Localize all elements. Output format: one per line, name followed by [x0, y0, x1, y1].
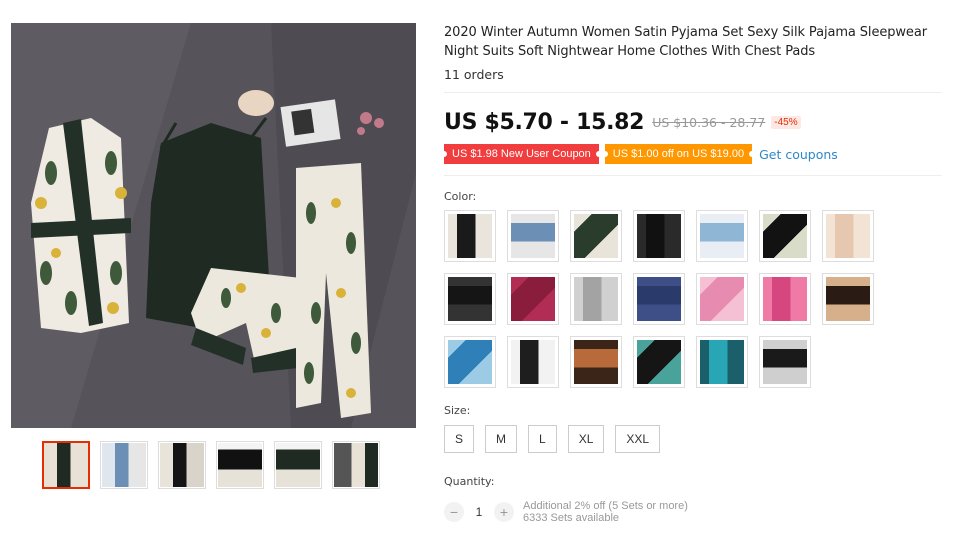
product-photo [11, 23, 416, 428]
size-option-s[interactable]: S [444, 425, 475, 453]
color-swatch-black-pattern[interactable] [759, 336, 811, 388]
quantity-increase-button[interactable]: + [494, 502, 514, 522]
swatch-image [826, 214, 870, 258]
swatch-image [763, 277, 807, 321]
color-swatch-wine-red-set[interactable] [507, 273, 559, 325]
swatch-image [574, 277, 618, 321]
color-swatch-green-floral-set[interactable] [570, 210, 622, 262]
color-swatch-blue-print[interactable] [444, 336, 496, 388]
color-swatch-grey-set[interactable] [570, 273, 622, 325]
thumbnail-2[interactable] [100, 441, 148, 489]
color-swatch-light-blue-set[interactable] [696, 210, 748, 262]
discount-badge: -45% [771, 115, 801, 129]
current-price: US $5.70 - 15.82 [444, 109, 645, 135]
original-price: US $10.36 - 28.77 [652, 114, 766, 130]
swatch-image [511, 277, 555, 321]
color-swatches [444, 210, 942, 388]
new-user-coupon[interactable]: US $1.98 New User Coupon [441, 144, 602, 164]
stock-available: 6333 Sets available [523, 512, 620, 524]
size-option-m[interactable]: M [485, 425, 518, 453]
bulk-discount-note: Additional 2% off (5 Sets or more) [523, 500, 688, 512]
quantity-info: Additional 2% off (5 Sets or more) 6333 … [523, 500, 688, 524]
quantity-stepper: − 1 + Additional 2% off (5 Sets or more)… [444, 500, 942, 524]
color-swatch-navy-set[interactable] [633, 273, 685, 325]
product-main-image[interactable] [11, 23, 416, 428]
swatch-image [700, 340, 744, 384]
swatch-image [448, 340, 492, 384]
product-title: 2020 Winter Autumn Women Satin Pyjama Se… [444, 25, 927, 59]
swatch-image [574, 214, 618, 258]
size-option-xl[interactable]: XL [567, 425, 605, 453]
store-coupon[interactable]: US $1.00 off on US $19.00 [601, 144, 756, 164]
thumbnail-4[interactable] [216, 441, 264, 489]
thumbnail-strip [42, 441, 380, 489]
color-swatch-black-robe-set[interactable] [444, 273, 496, 325]
color-swatch-black-cami-set[interactable] [633, 210, 685, 262]
color-swatch-daisy-black[interactable] [507, 336, 559, 388]
swatch-image [637, 340, 681, 384]
divider [444, 175, 942, 176]
color-swatch-black-floral-set[interactable] [444, 210, 496, 262]
swatch-image [637, 214, 681, 258]
swatch-image [700, 214, 744, 258]
color-swatch-black-white-set[interactable] [759, 210, 811, 262]
divider [444, 92, 942, 93]
thumbnail-3[interactable] [158, 441, 206, 489]
color-swatch-black-teal[interactable] [633, 336, 685, 388]
color-swatch-leopard-brown[interactable] [570, 336, 622, 388]
swatch-image [826, 277, 870, 321]
swatch-image [574, 340, 618, 384]
price-row: US $5.70 - 15.82 US $10.36 - 28.77 -45% [444, 109, 942, 135]
swatch-image [637, 277, 681, 321]
color-swatch-leopard-black[interactable] [822, 273, 874, 325]
coupon-row: US $1.98 New User Coupon US $1.00 off on… [441, 144, 942, 164]
swatch-image [511, 214, 555, 258]
size-option-xxl[interactable]: XXL [615, 425, 661, 453]
color-swatch-teal-print[interactable] [696, 336, 748, 388]
color-label: Color: [444, 190, 477, 203]
color-swatch-rose-set[interactable] [759, 273, 811, 325]
color-swatch-blue-floral-set[interactable] [507, 210, 559, 262]
size-options: S M L XL XXL [444, 425, 942, 453]
quantity-value[interactable]: 1 [464, 505, 494, 519]
quantity-decrease-button[interactable]: − [444, 502, 464, 522]
thumbnail-6[interactable] [332, 441, 380, 489]
thumbnail-1[interactable] [42, 441, 90, 489]
quantity-label: Quantity: [444, 475, 495, 488]
order-count: 11 orders [444, 67, 504, 82]
swatch-image [448, 277, 492, 321]
swatch-image [763, 214, 807, 258]
swatch-image [763, 340, 807, 384]
swatch-image [511, 340, 555, 384]
color-swatch-pink-set[interactable] [696, 273, 748, 325]
get-coupons-link[interactable]: Get coupons [759, 147, 838, 162]
swatch-image [448, 214, 492, 258]
size-label: Size: [444, 404, 471, 417]
product-info: 2020 Winter Autumn Women Satin Pyjama Se… [441, 23, 942, 524]
thumbnail-5[interactable] [274, 441, 322, 489]
color-swatch-champagne-set[interactable] [822, 210, 874, 262]
swatch-image [700, 277, 744, 321]
size-option-l[interactable]: L [528, 425, 557, 453]
